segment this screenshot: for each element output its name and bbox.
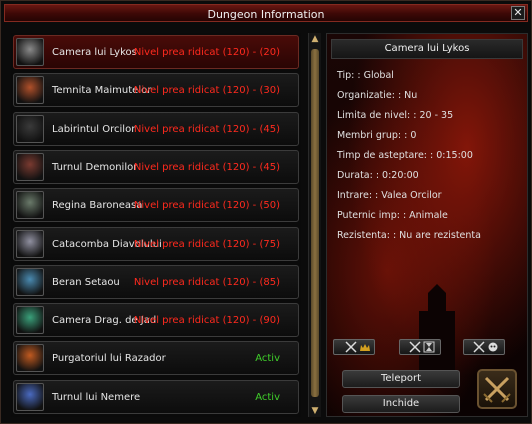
list-scrollbar[interactable]: ▲ ▼ <box>308 33 321 417</box>
detail-line: Intrare: : Valea Orcilor <box>337 190 442 201</box>
dungeon-status: Nivel prea ridicat (120) - (30) <box>133 85 280 97</box>
detail-title: Camera lui Lykos <box>331 39 523 59</box>
detail-line: Membri grup: : 0 <box>337 130 417 141</box>
dungeon-status: Activ <box>255 391 280 403</box>
detail-line: Rezistenta: : Nu are rezistenta <box>337 230 481 241</box>
scroll-down-arrow-icon[interactable]: ▼ <box>309 405 321 417</box>
hourglass-swords-icon <box>409 341 435 353</box>
orc-portrait-icon <box>16 114 44 143</box>
dungeon-name: Turnul lui Nemere <box>52 391 141 403</box>
enter-dungeon-button[interactable] <box>477 369 517 409</box>
dungeon-name: Purgatoriul lui Razador <box>52 353 166 365</box>
lykos-portrait-icon <box>16 38 44 66</box>
jade-dragon-portrait-icon <box>16 306 44 335</box>
nemere-portrait-icon <box>16 382 44 411</box>
dungeon-list: Camera lui Lykos Nivel prea ridicat (120)… <box>11 33 301 417</box>
dungeon-row[interactable]: Temnita Maimutelor Nivel prea ridicat (12… <box>13 73 299 108</box>
crossed-swords-icon <box>483 376 511 403</box>
spider-queen-portrait-icon <box>16 191 44 220</box>
dungeon-status: Activ <box>255 353 280 365</box>
dungeon-row[interactable]: Purgatoriul lui Razador Activ <box>13 341 299 376</box>
dungeon-status: Nivel prea ridicat (120) - (45) <box>133 161 280 173</box>
dungeon-row[interactable]: Camera lui Lykos Nivel prea ridicat (120)… <box>13 35 299 69</box>
time-sort-button[interactable] <box>399 339 441 355</box>
dragon-portrait-icon <box>16 267 44 296</box>
dungeon-row[interactable]: Catacomba Diavolului Nivel prea ridicat (… <box>13 226 299 261</box>
detail-line: Puternic imp: : Animale <box>337 210 448 221</box>
razador-portrait-icon <box>16 344 44 373</box>
devil-portrait-icon <box>16 229 44 258</box>
scroll-up-arrow-icon[interactable]: ▲ <box>309 33 321 45</box>
detail-line: Organizatie: : Nu <box>337 90 418 101</box>
teleport-button[interactable]: Teleport <box>342 370 460 388</box>
dungeon-name: Camera lui Lykos <box>52 47 137 58</box>
dungeon-row[interactable]: Turnul lui Nemere Activ <box>13 379 299 414</box>
ape-portrait-icon <box>16 76 44 105</box>
detail-line: Durata: : 0:20:00 <box>337 170 419 181</box>
dungeon-status: Nivel prea ridicat (120) - (90) <box>133 315 280 327</box>
dungeon-status: Nivel prea ridicat (120) - (45) <box>133 123 280 135</box>
rank-sort-button[interactable] <box>333 339 375 355</box>
dungeon-status: Nivel prea ridicat (120) - (50) <box>133 200 280 212</box>
crown-swords-icon <box>345 341 370 353</box>
detail-line: Timp de asteptare: : 0:15:00 <box>337 150 473 161</box>
detail-line: Limita de nivel: : 20 - 35 <box>337 110 454 121</box>
title-bar[interactable]: Dungeon Information ✕ <box>4 4 528 22</box>
window-title: Dungeon Information <box>207 8 325 21</box>
close-button[interactable]: ✕ <box>511 6 525 20</box>
demon-portrait-icon <box>16 152 44 181</box>
dungeon-detail-panel: Camera lui Lykos Tip: : Global Organizati… <box>326 33 528 417</box>
dungeon-status: Nivel prea ridicat (120) - (85) <box>133 276 280 288</box>
dungeon-name: Labirintul Orcilor <box>52 123 136 135</box>
dungeon-row[interactable]: Regina Baroneasa Nivel prea ridicat (120)… <box>13 188 299 223</box>
dungeon-row[interactable]: Turnul Demonilor Nivel prea ridicat (120)… <box>13 149 299 184</box>
dungeon-row[interactable]: Labirintul Orcilor Nivel prea ridicat (12… <box>13 111 299 146</box>
dungeon-row[interactable]: Camera Drag. de Jad Nivel prea ridicat (1… <box>13 303 299 338</box>
dungeon-status: Nivel prea ridicat (120) - (75) <box>133 238 280 250</box>
close-panel-button[interactable]: Inchide <box>342 395 460 413</box>
dungeon-name: Turnul Demonilor <box>52 161 138 173</box>
scroll-thumb[interactable] <box>311 49 319 397</box>
dungeon-name: Regina Baroneasa <box>52 200 143 212</box>
skull-swords-icon <box>473 341 498 353</box>
damage-sort-button[interactable] <box>463 339 505 355</box>
dungeon-status: Nivel prea ridicat (120) - (20) <box>133 47 280 58</box>
dungeon-row[interactable]: Beran Setaou Nivel prea ridicat (120) - (… <box>13 264 299 299</box>
castle-silhouette <box>419 284 455 374</box>
dungeon-info-window: Dungeon Information ✕ Camera lui Lykos Ni… <box>0 0 532 424</box>
dungeon-name: Beran Setaou <box>52 276 120 288</box>
detail-line: Tip: : Global <box>337 70 394 81</box>
